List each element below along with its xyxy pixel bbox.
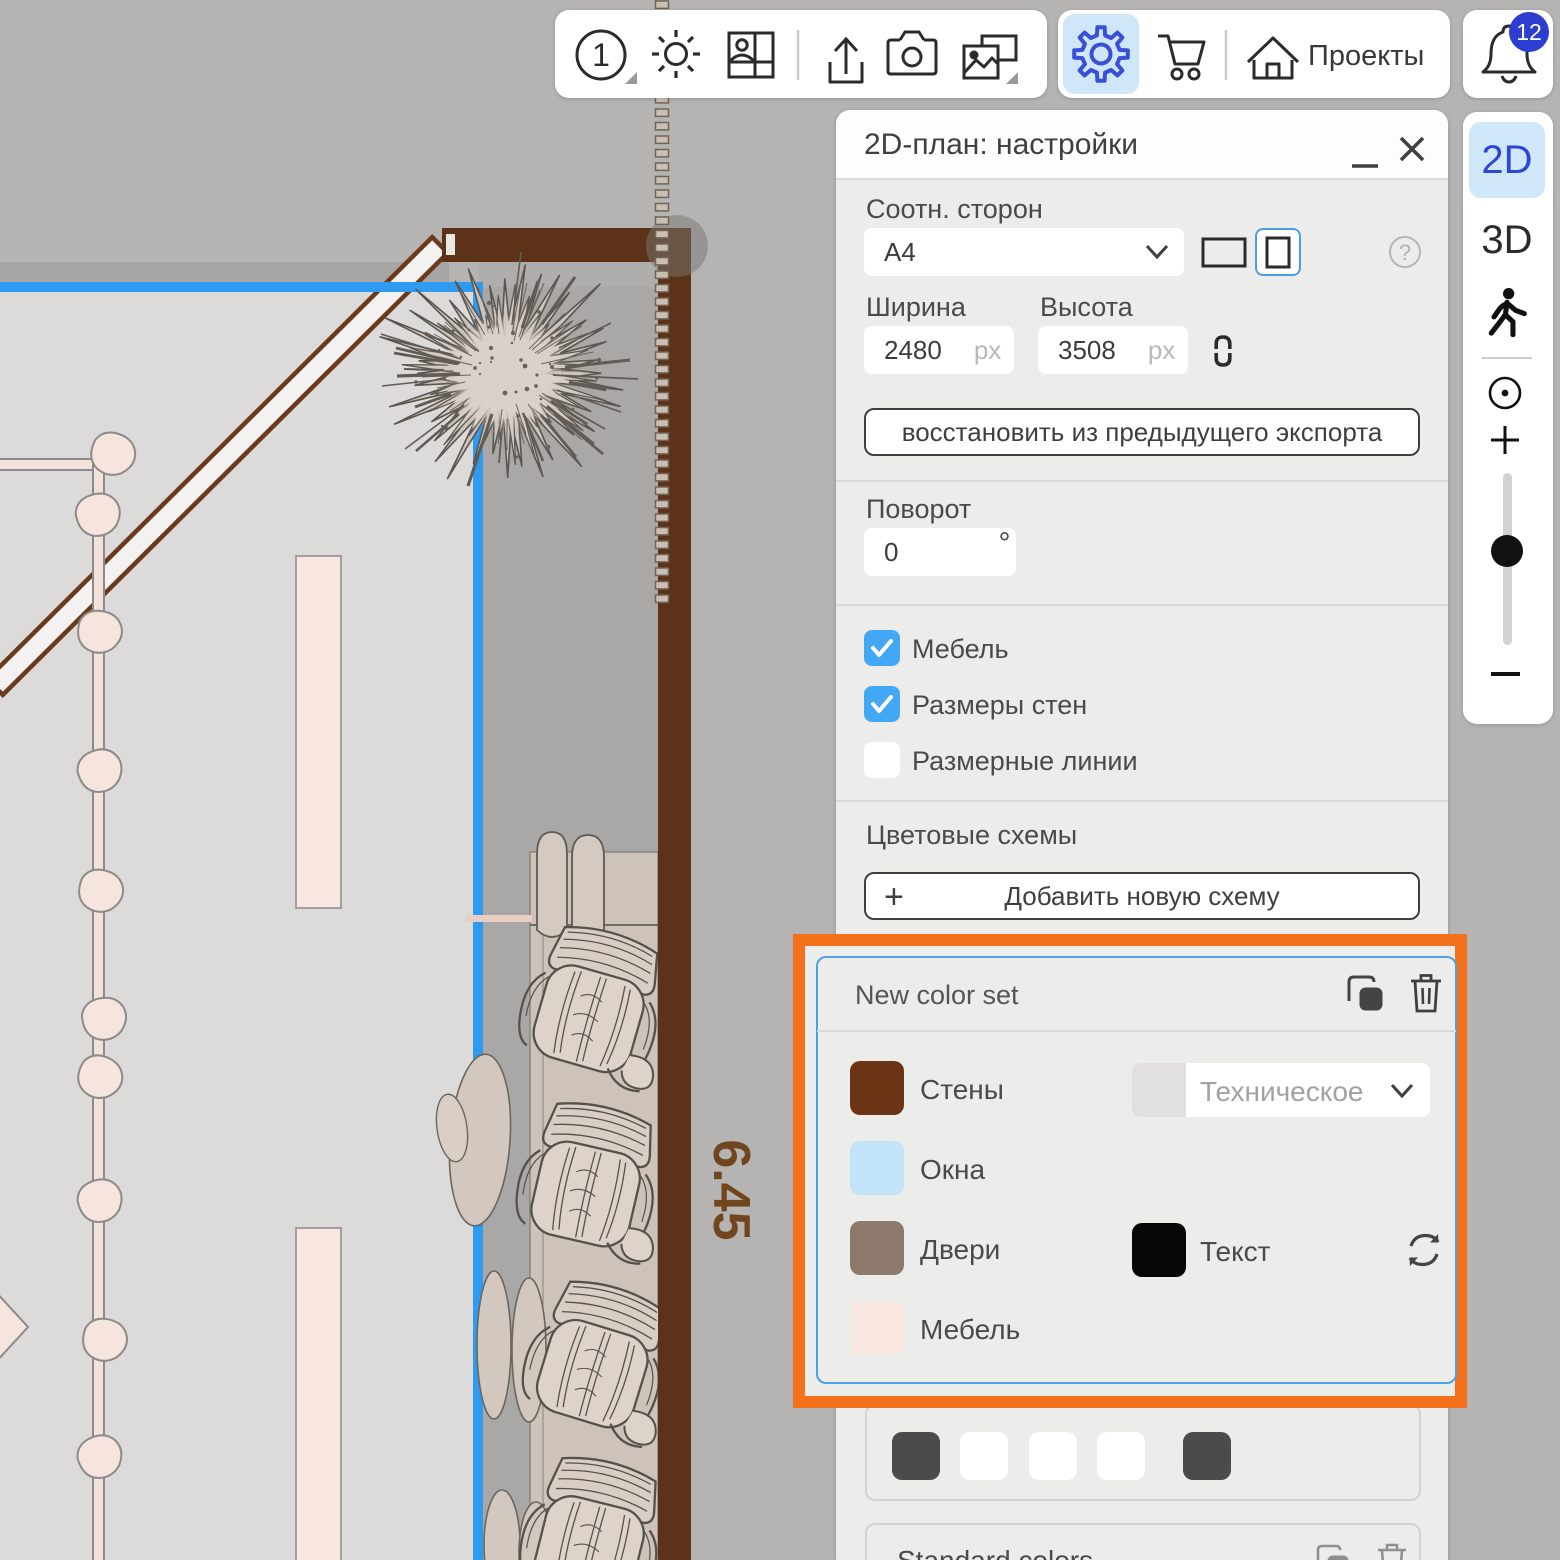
svg-text:Проекты: Проекты [1308, 40, 1424, 72]
svg-text:6.45: 6.45 [702, 1139, 760, 1240]
svg-text:1: 1 [592, 37, 610, 73]
svg-text:12: 12 [1516, 19, 1542, 45]
